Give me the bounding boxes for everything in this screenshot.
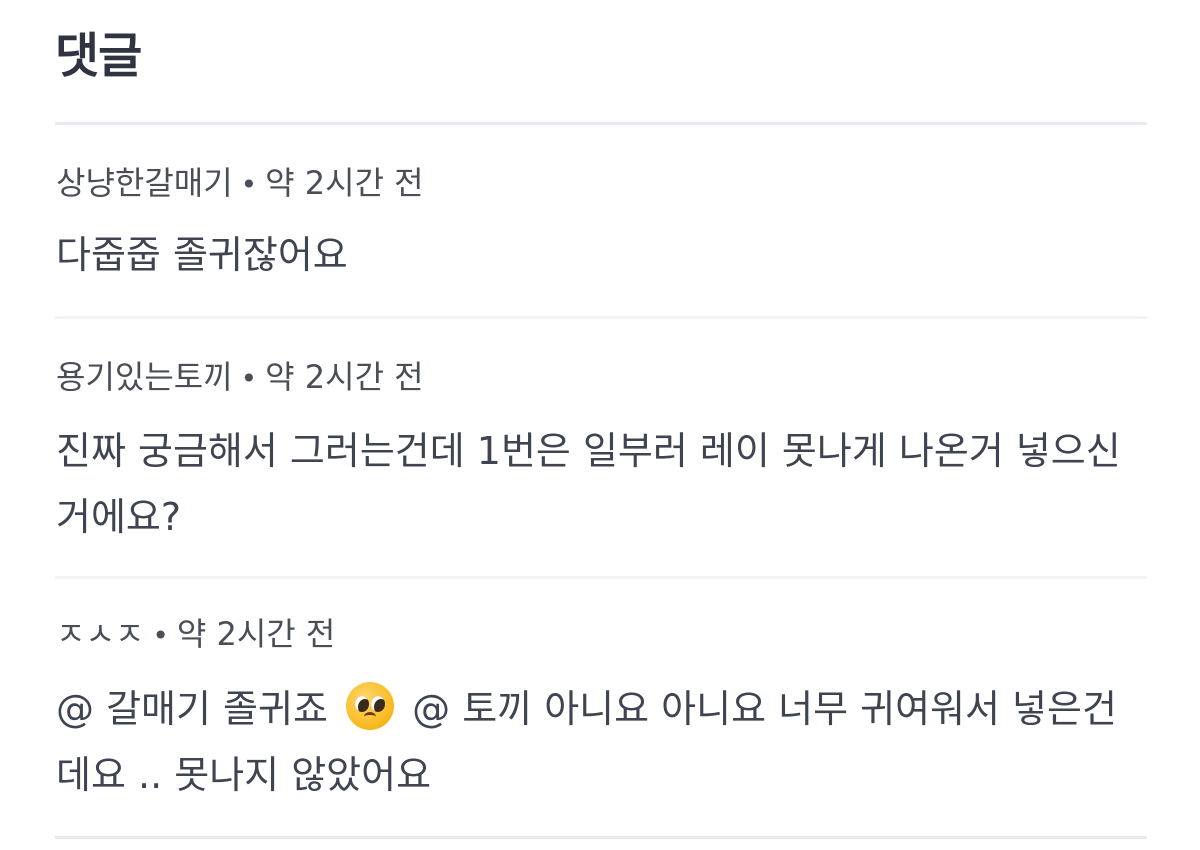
- comment-meta: ㅈㅅㅈ • 약 2시간 전: [56, 614, 335, 656]
- footer-divider: [55, 836, 1147, 839]
- comments-title: 댓글: [55, 28, 142, 84]
- comment-author[interactable]: ㅈㅅㅈ: [56, 615, 144, 653]
- comment-divider: [55, 316, 1147, 319]
- comment-body: @ 갈매기 졸귀죠 @ 토끼 아니요 아니요 너무 귀여워서 넣은건데요 .. …: [56, 676, 1146, 808]
- comment-divider: [55, 576, 1147, 579]
- comment-author[interactable]: 용기있는토끼: [56, 358, 233, 396]
- comment-body-part: @ 갈매기 졸귀죠: [56, 687, 328, 731]
- comment-body: 진짜 궁금해서 그러는건데 1번은 일부러 레이 못나게 나온거 넣으신거에요?: [56, 429, 1121, 539]
- comment-author[interactable]: 상냥한갈매기: [56, 164, 233, 202]
- comment-body: 다줍줍 졸귀잖어요: [56, 233, 348, 277]
- comment-meta: 용기있는토끼 • 약 2시간 전: [56, 357, 424, 399]
- comments-section: 댓글 상냥한갈매기 • 약 2시간 전 다줍줍 졸귀잖어요 용기있는토끼 • 약 2시간…: [0, 0, 1200, 850]
- meta-separator: •: [152, 619, 169, 652]
- comment-meta: 상냥한갈매기 • 약 2시간 전: [56, 163, 424, 205]
- meta-separator: •: [240, 168, 258, 201]
- comment-time: 약 2시간 전: [176, 615, 336, 653]
- comment-time: 약 2시간 전: [265, 164, 424, 202]
- meta-separator: •: [240, 362, 258, 395]
- header-divider: [55, 122, 1147, 125]
- pleading-face-emoji-icon: [346, 682, 395, 730]
- comment-time: 약 2시간 전: [265, 358, 424, 396]
